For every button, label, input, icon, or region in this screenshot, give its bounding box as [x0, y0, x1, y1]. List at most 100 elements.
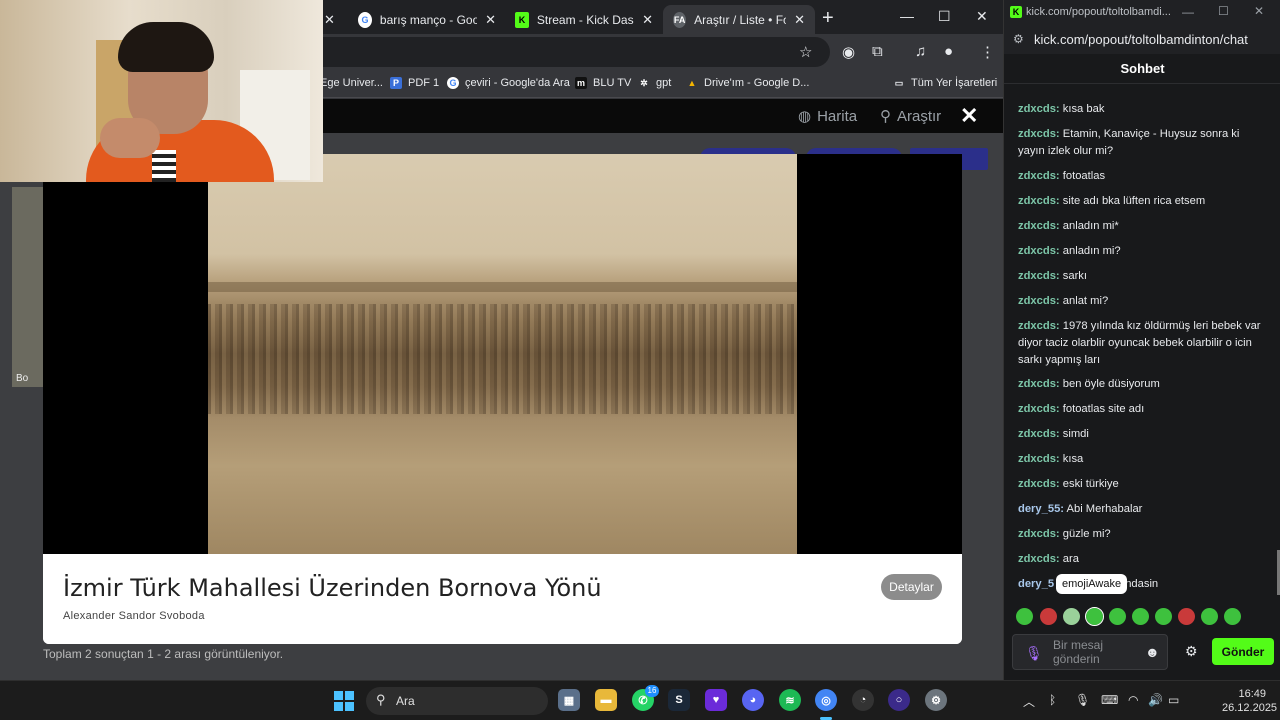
system-clock[interactable]: 16:49 26.12.2025	[1222, 687, 1277, 715]
close-window-icon[interactable]: ✕	[1254, 4, 1264, 18]
chat-username[interactable]: zdxcds:	[1018, 403, 1060, 415]
bluetooth-icon[interactable]: ᛒ	[1049, 693, 1056, 707]
microphone-icon[interactable]: 🎙	[1025, 645, 1043, 662]
maximize-icon[interactable]: ☐	[938, 8, 951, 25]
obs-icon[interactable]: ◔	[852, 689, 874, 711]
emoji-picker-icon[interactable]: ☻	[1145, 644, 1160, 660]
bookmark-label: gpt	[656, 77, 672, 89]
chat-username[interactable]: zdxcds:	[1018, 528, 1060, 540]
chat-username[interactable]: zdxcds:	[1018, 220, 1060, 232]
show-hidden-icons-icon[interactable]: ︿	[1023, 693, 1035, 710]
chat-message: zdxcds: kısa	[1018, 451, 1268, 468]
send-button[interactable]: Gönder	[1212, 638, 1274, 665]
result-thumbnail[interactable]	[12, 187, 44, 387]
menu-dots-icon[interactable]: ⋮	[980, 43, 995, 61]
nav-search-label: Araştır	[897, 107, 942, 125]
profile-avatar[interactable]: ●	[944, 43, 953, 60]
close-tab-icon[interactable]: ✕	[485, 12, 496, 28]
chat-settings-icon[interactable]: ⚙	[1185, 643, 1198, 660]
wifi-icon[interactable]: ◠	[1128, 693, 1138, 707]
emote-icon[interactable]	[1201, 608, 1218, 625]
close-tab-icon[interactable]: ✕	[324, 12, 335, 28]
tab-kick-dashboard[interactable]: K Stream - Kick Dashboard ✕	[505, 5, 663, 34]
close-modal-icon[interactable]: ✕	[960, 103, 978, 129]
chat-username[interactable]: zdxcds:	[1018, 245, 1060, 257]
settings-icon[interactable]: ⚙	[925, 689, 947, 711]
keyboard-icon[interactable]: ⌨	[1101, 693, 1118, 707]
close-tab-icon[interactable]: ✕	[794, 12, 805, 28]
emote-icon[interactable]	[1224, 608, 1241, 625]
chrome-icon[interactable]: ◎	[815, 689, 837, 711]
all-bookmarks[interactable]: ▭ Tüm Yer İşaretleri	[893, 77, 997, 89]
chat-username[interactable]: zdxcds:	[1018, 103, 1060, 115]
spotify-icon[interactable]: ≋	[779, 689, 801, 711]
bookmark-gpt[interactable]: ✲ gpt	[638, 77, 671, 89]
bookmark-pdf[interactable]: P PDF 1	[390, 77, 439, 89]
bookmark-ceviri[interactable]: G çeviri - Google'da Ara	[447, 77, 570, 89]
emote-icon[interactable]	[1109, 608, 1126, 625]
minimize-icon[interactable]: —	[900, 8, 914, 24]
microphone-icon[interactable]: 🎙	[1075, 693, 1090, 707]
volume-icon[interactable]: 🔊	[1148, 693, 1163, 707]
heart-app-icon[interactable]: ♥	[705, 689, 727, 711]
chat-username[interactable]: zdxcds:	[1018, 195, 1060, 207]
chat-username[interactable]: zdxcds:	[1018, 428, 1060, 440]
chat-text: kısa bak	[1062, 103, 1105, 115]
file-explorer-icon[interactable]: ▬	[595, 689, 617, 711]
chat-username[interactable]: zdxcds:	[1018, 170, 1060, 182]
photo-info: İzmir Türk Mahallesi Üzerinden Bornova Y…	[43, 554, 962, 644]
chat-message: zdxcds: site adı bka lüften rica etsem	[1018, 193, 1268, 210]
emote-awake-icon[interactable]	[1085, 607, 1104, 626]
bookmark-star-icon[interactable]: ☆	[799, 43, 812, 61]
tab-foto-atlas[interactable]: FA Araştır / Liste • Foto Atlas ✕	[663, 5, 815, 34]
address-bar[interactable]	[300, 37, 830, 67]
emote-icon[interactable]	[1040, 608, 1057, 625]
chat-username[interactable]: zdxcds:	[1018, 320, 1060, 332]
taskbar-search[interactable]: ⚲ Ara	[366, 687, 548, 715]
chat-message: zdxcds: fotoatlas site adı	[1018, 401, 1268, 418]
kick-url[interactable]: kick.com/popout/toltolbamdinton/chat	[1034, 32, 1248, 47]
bookmark-drive[interactable]: ▲ Drive'ım - Google D...	[686, 77, 810, 89]
bookmark-ege[interactable]: Ege Univer...	[320, 77, 383, 89]
photo-viewer	[43, 154, 962, 554]
battery-icon[interactable]: ▭	[1168, 693, 1179, 707]
emote-icon[interactable]	[1016, 608, 1033, 625]
media-control-icon[interactable]: ♫	[915, 43, 926, 60]
emote-icon[interactable]	[1063, 608, 1080, 625]
emote-icon[interactable]	[1178, 608, 1195, 625]
emote-icon[interactable]	[1155, 608, 1172, 625]
chat-username[interactable]: zdxcds:	[1018, 553, 1060, 565]
chat-username[interactable]: zdxcds:	[1018, 270, 1060, 282]
discord-icon[interactable]: ◕	[742, 689, 764, 711]
nav-search[interactable]: ⚲ Araştır	[880, 107, 942, 126]
nav-map[interactable]: ◍ Harita	[798, 107, 857, 126]
bookmark-blutv[interactable]: m BLU TV	[575, 77, 631, 89]
calculator-icon[interactable]: ▦	[558, 689, 580, 711]
bookmark-label: Ege Univer...	[320, 77, 383, 89]
site-info-icon[interactable]: ⚙	[1013, 32, 1024, 46]
chat-text: kısa	[1062, 453, 1084, 465]
chat-username[interactable]: zdxcds:	[1018, 128, 1060, 140]
chat-username[interactable]: dery_5	[1018, 578, 1054, 590]
folder-icon: ▭	[894, 77, 904, 88]
puzzle-icon[interactable]: ⧉	[872, 43, 883, 60]
app-ring-icon[interactable]: ○	[888, 689, 910, 711]
historic-photo[interactable]	[208, 154, 797, 554]
chat-username[interactable]: zdxcds:	[1018, 453, 1060, 465]
chat-username[interactable]: dery_55:	[1018, 503, 1064, 515]
chat-username[interactable]: zdxcds:	[1018, 378, 1060, 390]
maximize-icon[interactable]: ☐	[1218, 4, 1229, 18]
chat-username[interactable]: zdxcds:	[1018, 478, 1060, 490]
extension-icon[interactable]: ◉	[842, 43, 855, 61]
steam-icon[interactable]: S	[668, 689, 690, 711]
chat-username[interactable]: zdxcds:	[1018, 295, 1060, 307]
details-button[interactable]: Detaylar	[881, 574, 942, 600]
tab-baris-manco[interactable]: G barış manço - Google ✕	[348, 5, 506, 34]
close-window-icon[interactable]: ✕	[976, 8, 988, 25]
chat-input[interactable]: 🎙 Bir mesaj gönderin ☻	[1012, 634, 1168, 670]
minimize-icon[interactable]: —	[1182, 5, 1194, 19]
start-menu-icon[interactable]	[334, 691, 354, 711]
close-tab-icon[interactable]: ✕	[642, 12, 653, 28]
emote-icon[interactable]	[1132, 608, 1149, 625]
new-tab-icon[interactable]: +	[822, 7, 834, 30]
